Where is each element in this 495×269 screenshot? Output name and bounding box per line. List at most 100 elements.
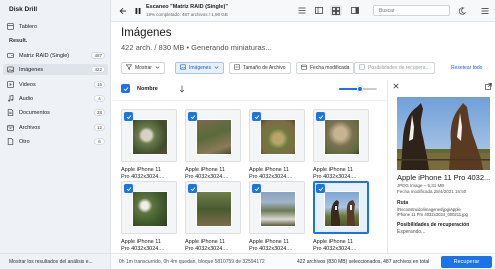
file-name: Apple iPhone 11 Pro 4032x3024.... — [313, 167, 357, 180]
back-button[interactable] — [118, 6, 127, 15]
preview-pane-button[interactable] — [349, 5, 361, 16]
sidebar-item-label: Matriz RAID (Single) — [19, 52, 70, 59]
tile-checkbox[interactable] — [252, 112, 261, 121]
app-title: Disk Drill — [9, 6, 38, 13]
sidebar-item-label: Tablero — [19, 23, 38, 30]
show-filter-dropdown[interactable]: Mostrar — [121, 62, 165, 74]
path-label: Ruta — [397, 200, 409, 206]
toolbar: Escaneo "Matriz RAID (Single)" 18% compl… — [111, 0, 495, 22]
scan-time-status: 0h 1m transcurrido, 0h 4m quedan, bloque… — [119, 259, 265, 265]
search-field[interactable] — [379, 7, 439, 14]
photo-thumbnail — [196, 191, 232, 227]
file-name: Apple iPhone 11 Pro 4032x3024.... — [121, 239, 165, 252]
grid-view-button[interactable] — [330, 5, 342, 16]
recover-button[interactable]: Recuperar — [441, 256, 492, 268]
preview-date-modified: Fecha modificada 28/4/2021 15:50 — [397, 189, 467, 194]
section-label: Result. — [9, 38, 28, 44]
preview-title: Apple iPhone 11 Pro 4032... — [397, 173, 491, 182]
close-icon[interactable] — [393, 83, 399, 91]
image-icon — [7, 66, 14, 73]
sidebar-item-dashboard[interactable]: Tablero — [3, 21, 108, 32]
recovery-chances-filter[interactable]: Posibilidades de recupera... — [354, 62, 435, 74]
show-results-link[interactable]: Mostrar los resultados del análisis e... — [0, 253, 111, 269]
sidebar-item-archives[interactable]: Archivos 12 — [3, 122, 108, 133]
sidebar-item-label: Otro — [19, 138, 30, 145]
photo-thumbnail — [260, 119, 296, 155]
sidebar-item-images[interactable]: Imágenes 422 — [3, 64, 108, 75]
image-icon — [180, 64, 186, 72]
calendar-icon — [301, 64, 307, 72]
tile-checkbox[interactable] — [188, 112, 197, 121]
images-filter-chip[interactable]: Imágenes — [175, 62, 224, 74]
scan-title: Escaneo "Matriz RAID (Single)" — [146, 4, 228, 10]
reset-all-link[interactable]: Resetear todo — [451, 65, 482, 71]
item-count-badge: 12 — [93, 124, 105, 131]
photo-thumbnail — [260, 191, 296, 227]
item-count-badge: 422 — [91, 66, 105, 73]
music-note-icon — [7, 95, 14, 102]
date-modified-filter[interactable]: Fecha modificada — [296, 62, 355, 74]
photo-thumbnail — [132, 191, 168, 227]
recovery-chances-value: Esperando... — [397, 229, 426, 235]
file-name: Apple iPhone 11 Pro 4032x3024.... — [249, 239, 293, 252]
photo-thumbnail — [132, 119, 168, 155]
tile-checkbox[interactable] — [124, 184, 133, 193]
chances-icon — [359, 64, 365, 72]
list-view-button[interactable] — [296, 5, 308, 16]
detail-view-button[interactable] — [313, 5, 325, 16]
path-value-continued: iPhone 11 Pro 4032x3024_000211.jpg — [397, 212, 468, 217]
document-icon — [7, 109, 14, 116]
file-size-filter[interactable]: Tamaño de Archivo — [229, 62, 291, 74]
pause-button[interactable] — [133, 6, 142, 15]
preview-file-type: JPEG Image – 5,31 MB — [397, 183, 445, 188]
item-count-badge: 487 — [91, 52, 105, 59]
tile-checkbox[interactable] — [316, 112, 325, 121]
file-grid: Apple iPhone 11 Pro 4032x3024.... Apple i… — [113, 100, 387, 252]
sort-down-icon[interactable] — [179, 85, 185, 95]
item-count-badge: 6 — [94, 138, 105, 145]
file-name: Apple iPhone 11 Pro 4032x3024.... — [121, 167, 165, 180]
page-title: Imágenes — [121, 27, 172, 39]
sidebar-item-label: Videos — [19, 81, 36, 88]
dashboard-icon — [7, 23, 14, 30]
photo-thumbnail — [324, 119, 360, 155]
show-filter-label: Mostrar — [135, 65, 152, 71]
sidebar-item-videos[interactable]: Videos 15 — [3, 79, 108, 90]
sidebar-item-raid[interactable]: Matriz RAID (Single) 487 — [3, 50, 108, 61]
horse-image — [331, 200, 355, 226]
item-count-badge: 4 — [94, 95, 105, 102]
sidebar-item-audio[interactable]: Audio 4 — [3, 93, 108, 104]
page-subtitle: 422 arch. / 830 MB • Generando miniatura… — [121, 43, 272, 52]
drive-icon — [7, 52, 14, 59]
search-input[interactable] — [373, 5, 450, 16]
sidebar-item-label: Documentos — [19, 109, 50, 116]
sidebar-item-label: Audio — [19, 95, 34, 102]
chevron-down-icon — [155, 65, 160, 72]
filter-icon — [125, 64, 133, 72]
photo-thumbnail — [324, 191, 360, 227]
thumbnail-size-slider[interactable] — [339, 86, 377, 92]
moon-icon[interactable] — [457, 6, 466, 15]
preview-image — [397, 97, 490, 170]
file-name: Apple iPhone 11 Pro 4032x3024.... — [249, 167, 293, 180]
scan-progress-text: 18% completado: 487 archivos / 1,98 GB — [146, 12, 228, 17]
sidebar-item-documents[interactable]: Documentos 28 — [3, 107, 108, 118]
status-bar: 0h 1m transcurrido, 0h 4m quedan, bloque… — [111, 253, 495, 269]
select-all-checkbox[interactable] — [121, 84, 130, 93]
slider-thumb[interactable] — [356, 86, 363, 92]
tile-checkbox[interactable] — [316, 184, 325, 193]
item-count-badge: 28 — [93, 109, 105, 116]
sidebar: Disk Drill Tablero Result. Matriz RAID (… — [0, 0, 111, 269]
tile-checkbox[interactable] — [124, 112, 133, 121]
open-external-icon[interactable] — [485, 83, 492, 92]
sidebar-item-other[interactable]: Otro 6 — [3, 136, 108, 147]
item-count-badge: 15 — [93, 81, 105, 88]
file-icon — [7, 138, 14, 145]
archive-icon — [7, 124, 14, 131]
file-size-filter-label: Tamaño de Archivo — [243, 65, 286, 71]
tile-checkbox[interactable] — [252, 184, 261, 193]
name-column-header[interactable]: Nombre — [137, 86, 158, 92]
file-name: Apple iPhone 11 Pro 4032x3024.... — [185, 167, 229, 180]
tile-checkbox[interactable] — [188, 184, 197, 193]
menu-icon[interactable] — [480, 6, 489, 15]
